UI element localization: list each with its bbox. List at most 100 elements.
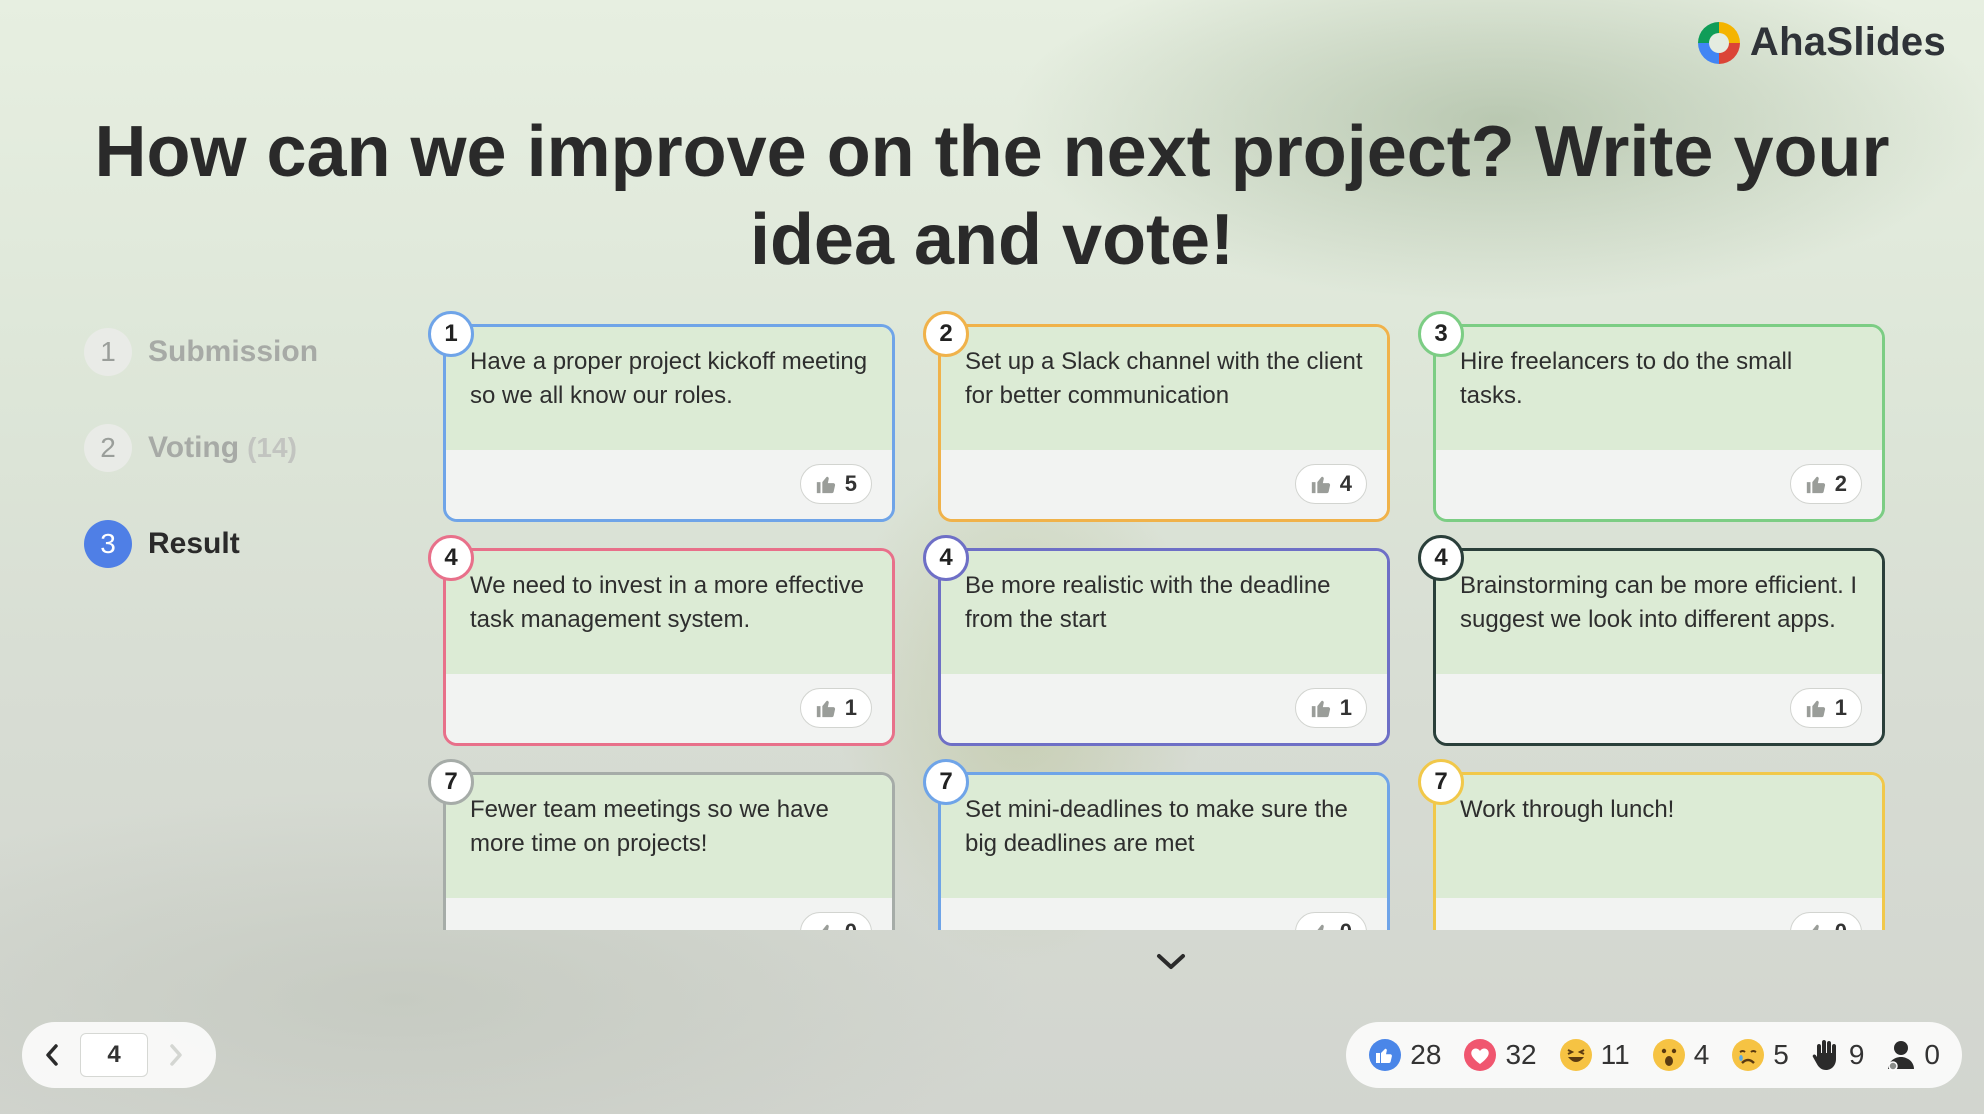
step-label: Voting <box>148 431 240 464</box>
vote-button[interactable]: 0 <box>1294 912 1367 930</box>
reaction-like[interactable]: 28 <box>1368 1038 1441 1072</box>
question-title: How can we improve on the next project? … <box>94 112 1890 280</box>
thumbs-up-icon <box>816 700 835 718</box>
idea-text: Brainstorming can be more efficient. I s… <box>1436 551 1882 674</box>
vote-count: 2 <box>1834 471 1847 496</box>
previous-slide-button[interactable] <box>38 1041 66 1069</box>
vote-button[interactable]: 1 <box>1294 688 1367 728</box>
ahaslides-logo: AhaSlides <box>1697 20 1946 65</box>
reactions-bar: 28 32 11 4 5 9 0 <box>1346 1022 1962 1088</box>
scroll-down-button[interactable] <box>1156 952 1186 977</box>
laugh-count: 11 <box>1600 1039 1630 1070</box>
vote-button[interactable]: 4 <box>1294 464 1367 504</box>
phase-steps: 1 Submission 2 Voting (14) 3 Result <box>84 327 318 615</box>
vote-count: 1 <box>1339 695 1352 720</box>
sad-count: 5 <box>1773 1039 1789 1070</box>
wow-count: 4 <box>1693 1039 1710 1070</box>
step-label: Result <box>148 527 240 560</box>
step-number: 2 <box>84 424 132 472</box>
idea-text: Hire freelancers to do the small tasks. <box>1436 327 1882 450</box>
heart-count: 32 <box>1505 1039 1537 1070</box>
heart-reaction-icon <box>1464 1039 1497 1071</box>
ideas-grid: Have a proper project kickoff meeting so… <box>420 310 1900 930</box>
rank-badge: 7 <box>1418 759 1464 805</box>
vote-count: 0 <box>1835 919 1847 930</box>
audience-person-icon <box>1888 1041 1915 1071</box>
step-voting[interactable]: 2 Voting (14) <box>84 423 318 473</box>
thumbs-up-icon <box>822 924 829 930</box>
raised-hand-icon <box>1812 1040 1836 1070</box>
thumbs-up-icon <box>1311 700 1330 718</box>
rank-badge: 3 <box>1418 311 1464 357</box>
brand-name: AhaSlides <box>1749 20 1946 64</box>
idea-card[interactable]: Hire freelancers to do the small tasks. … <box>1418 311 1885 522</box>
idea-card[interactable]: Brainstorming can be more efficient. I s… <box>1418 535 1885 746</box>
idea-text: Work through lunch! <box>1436 775 1882 898</box>
step-submission[interactable]: 1 Submission <box>84 327 318 377</box>
thumbs-up-reaction-icon <box>1369 1039 1402 1071</box>
thumbs-up-icon <box>1812 924 1819 930</box>
vote-button[interactable]: 0 <box>1789 912 1862 930</box>
sad-reaction-icon <box>1732 1039 1765 1071</box>
thumbs-up-icon <box>1806 700 1825 718</box>
reaction-sad[interactable]: 5 <box>1731 1038 1789 1072</box>
vote-button[interactable]: 5 <box>799 464 872 504</box>
wow-reaction-icon <box>1652 1039 1685 1071</box>
vote-count: 5 <box>844 471 857 496</box>
reaction-raise-hand[interactable]: 9 <box>1811 1038 1865 1072</box>
idea-card[interactable]: Have a proper project kickoff meeting so… <box>428 311 895 522</box>
step-result[interactable]: 3 Result <box>84 519 318 569</box>
rank-badge: 7 <box>923 759 969 805</box>
rank-badge: 4 <box>923 535 969 581</box>
idea-card[interactable]: We need to invest in a more effective ta… <box>428 535 895 746</box>
thumbs-up-icon <box>1317 924 1324 930</box>
rank-badge: 7 <box>428 759 474 805</box>
vote-count: 0 <box>845 919 857 930</box>
like-count: 28 <box>1410 1039 1442 1070</box>
rank-badge: 4 <box>1418 535 1464 581</box>
current-slide-number[interactable]: 4 <box>80 1033 148 1077</box>
reaction-heart[interactable]: 32 <box>1463 1038 1537 1072</box>
idea-card[interactable]: Work through lunch! 0 7 <box>1418 759 1885 930</box>
vote-count: 1 <box>844 695 857 720</box>
reaction-laugh[interactable]: 11 <box>1559 1038 1630 1072</box>
idea-text: Fewer team meetings so we have more time… <box>446 775 892 898</box>
step-vote-count: (14) <box>247 432 297 463</box>
rank-badge: 4 <box>428 535 474 581</box>
step-number: 3 <box>84 520 132 568</box>
idea-card[interactable]: Fewer team meetings so we have more time… <box>428 759 895 930</box>
step-label: Submission <box>148 335 319 368</box>
idea-card[interactable]: Set up a Slack channel with the client f… <box>923 311 1390 522</box>
ahaslides-logo-icon <box>1697 21 1740 64</box>
idea-card[interactable]: Set mini-deadlines to make sure the big … <box>923 759 1390 930</box>
next-slide-button[interactable] <box>162 1041 190 1069</box>
vote-button[interactable]: 1 <box>1789 688 1862 728</box>
vote-count: 0 <box>1340 919 1352 930</box>
thumbs-up-icon <box>1311 476 1330 494</box>
rank-badge: 2 <box>923 311 969 357</box>
vote-count: 4 <box>1339 471 1352 496</box>
chevron-right-icon <box>170 1044 182 1066</box>
step-number: 1 <box>84 328 132 376</box>
thumbs-up-icon <box>1806 476 1825 494</box>
chevron-left-icon <box>46 1044 58 1066</box>
laugh-reaction-icon <box>1559 1039 1592 1071</box>
idea-text: Have a proper project kickoff meeting so… <box>446 327 892 450</box>
chevron-down-icon <box>1157 954 1185 969</box>
slide-navigation: 4 <box>22 1022 216 1088</box>
idea-text: Be more realistic with the deadline from… <box>941 551 1387 674</box>
vote-count: 1 <box>1834 695 1847 720</box>
reaction-wow[interactable]: 4 <box>1652 1038 1710 1072</box>
idea-text: We need to invest in a more effective ta… <box>446 551 892 674</box>
idea-card[interactable]: Be more realistic with the deadline from… <box>923 535 1390 746</box>
audience-number: 0 <box>1924 1039 1940 1070</box>
idea-text: Set up a Slack channel with the client f… <box>941 327 1387 450</box>
vote-button[interactable]: 1 <box>799 688 872 728</box>
thumbs-up-icon <box>816 476 835 494</box>
idea-text: Set mini-deadlines to make sure the big … <box>941 775 1387 898</box>
raise-hand-count: 9 <box>1848 1039 1865 1070</box>
vote-button[interactable]: 2 <box>1789 464 1862 504</box>
vote-button[interactable]: 0 <box>799 912 872 930</box>
rank-badge: 1 <box>428 311 474 357</box>
audience-count: 0 <box>1886 1039 1940 1071</box>
